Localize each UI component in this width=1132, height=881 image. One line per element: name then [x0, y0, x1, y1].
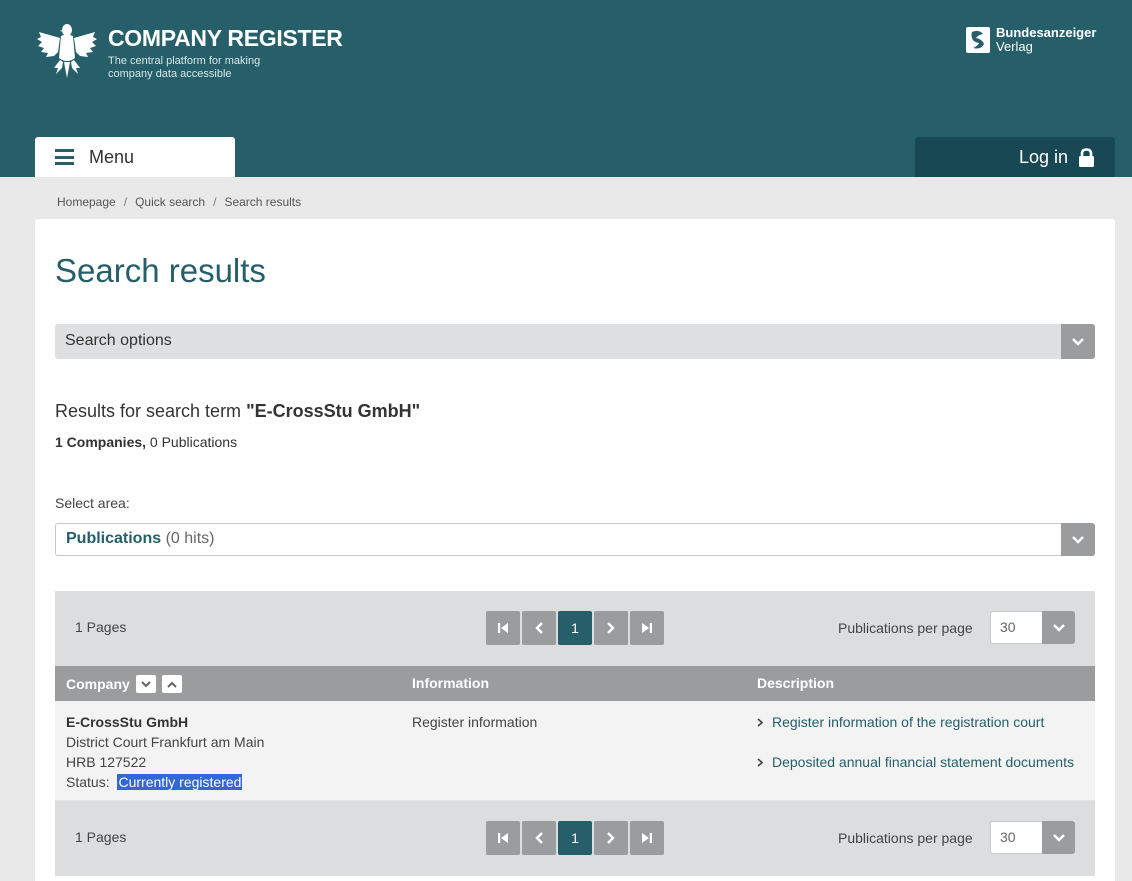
lock-icon: [1079, 147, 1094, 167]
information-cell: Register information: [412, 714, 538, 730]
search-options-label: Search options: [65, 332, 172, 349]
brand-subtitle: The central platform for making company …: [108, 55, 261, 80]
chevron-down-icon[interactable]: [1042, 821, 1075, 854]
last-page-icon: [642, 623, 652, 633]
breadcrumb-separator: /: [213, 195, 217, 209]
chevron-right-icon: [757, 752, 772, 772]
company-cell: E-CrossStu GmbH District Court Frankfurt…: [66, 712, 264, 792]
company-register-number: HRB 127522: [66, 754, 147, 770]
breadcrumb: Homepage / Quick search / Search results: [57, 195, 301, 209]
per-page-select[interactable]: 30: [990, 611, 1075, 644]
bundesanzeiger-logo-icon: [966, 27, 990, 53]
chevron-left-icon: [535, 622, 543, 634]
register-information-link-text: Register information of the registration…: [772, 714, 1045, 730]
search-term: "E-CrossStu GmbH": [246, 401, 421, 421]
page-1-button[interactable]: 1: [558, 821, 592, 855]
chevron-left-icon: [535, 832, 543, 844]
per-page-value: 30: [1000, 619, 1016, 635]
chevron-right-icon: [607, 832, 615, 844]
pages-count: 1 Pages: [75, 829, 127, 845]
publications-count: 0 Publications: [149, 434, 238, 450]
company-court: District Court Frankfurt am Main: [66, 734, 265, 750]
area-hits: (0 hits): [165, 530, 215, 547]
site-header: COMPANY REGISTER The central platform fo…: [0, 0, 1132, 177]
table-row: E-CrossStu GmbH District Court Frankfurt…: [55, 701, 1095, 801]
sort-descending-button[interactable]: [135, 675, 156, 693]
prev-page-button[interactable]: [522, 611, 556, 645]
area-select-value: Publications: [66, 530, 162, 547]
column-header-company: Company: [66, 676, 130, 692]
publisher-logo[interactable]: Bundesanzeiger Verlag: [966, 26, 1096, 54]
results-table-header: Company Information Description: [55, 666, 1095, 701]
select-area-label: Select area:: [55, 495, 130, 511]
chevron-down-icon[interactable]: [1042, 611, 1075, 644]
last-page-icon: [642, 833, 652, 843]
first-page-icon: [498, 833, 508, 843]
pagination-bar-bottom: 1 Pages 1 Publications per page 30: [55, 801, 1095, 876]
per-page-select[interactable]: 30: [990, 821, 1075, 854]
chevron-down-icon[interactable]: [1061, 324, 1095, 359]
brand-title[interactable]: COMPANY REGISTER: [108, 25, 343, 52]
login-button[interactable]: Log in: [915, 137, 1115, 177]
chevron-right-icon: [607, 622, 615, 634]
last-page-button[interactable]: [630, 611, 664, 645]
results-count: 1 Companies, 0 Publications: [55, 434, 237, 450]
pagination-bar-top: 1 Pages 1 Publications per page 30: [55, 591, 1095, 666]
last-page-button[interactable]: [630, 821, 664, 855]
first-page-button[interactable]: [486, 821, 520, 855]
eagle-logo-icon[interactable]: [36, 20, 98, 80]
menu-button[interactable]: Menu: [35, 137, 235, 177]
companies-count: 1 Companies,: [55, 434, 147, 450]
first-page-button[interactable]: [486, 611, 520, 645]
menu-label: Menu: [89, 146, 135, 167]
breadcrumb-current: Search results: [224, 195, 302, 209]
area-select[interactable]: Publications (0 hits): [55, 523, 1095, 556]
status-value: Currently registered: [117, 774, 243, 790]
status-label: Status:: [66, 774, 110, 790]
next-page-button[interactable]: [594, 611, 628, 645]
per-page-value: 30: [1000, 829, 1016, 845]
column-header-information: Information: [412, 675, 489, 691]
chevron-right-icon: [757, 712, 772, 732]
login-label: Log in: [1018, 146, 1068, 167]
annual-statement-link-text: Deposited annual financial statement doc…: [772, 754, 1074, 770]
per-page-label: Publications per page: [838, 830, 973, 846]
breadcrumb-homepage[interactable]: Homepage: [57, 195, 116, 209]
pages-count: 1 Pages: [75, 619, 127, 635]
prev-page-button[interactable]: [522, 821, 556, 855]
breadcrumb-quick-search[interactable]: Quick search: [135, 195, 205, 209]
next-page-button[interactable]: [594, 821, 628, 855]
page-1-button[interactable]: 1: [558, 611, 592, 645]
results-prefix: Results for search term: [55, 401, 247, 421]
results-card: Search results Search options Results fo…: [35, 219, 1115, 881]
hamburger-icon: [55, 149, 74, 165]
chevron-down-icon: [141, 680, 151, 687]
per-page-label: Publications per page: [838, 620, 973, 636]
first-page-icon: [498, 623, 508, 633]
publisher-name: Bundesanzeiger: [996, 25, 1097, 40]
results-heading: Results for search term "E-CrossStu GmbH…: [55, 401, 420, 422]
column-header-description: Description: [757, 675, 835, 691]
publisher-suffix: Verlag: [996, 39, 1033, 54]
annual-statement-link[interactable]: Deposited annual financial statement doc…: [757, 752, 1077, 772]
breadcrumb-separator: /: [123, 195, 128, 209]
search-options-toggle[interactable]: Search options: [55, 324, 1095, 359]
page-title: Search results: [55, 252, 266, 289]
register-information-link[interactable]: Register information of the registration…: [757, 712, 1077, 732]
sort-ascending-button[interactable]: [161, 675, 182, 693]
company-name: E-CrossStu GmbH: [66, 714, 189, 730]
description-cell: Register information of the registration…: [757, 712, 1077, 792]
chevron-up-icon: [167, 681, 177, 688]
pager: 1: [486, 611, 664, 645]
pager: 1: [486, 821, 664, 855]
chevron-down-icon[interactable]: [1061, 523, 1095, 556]
